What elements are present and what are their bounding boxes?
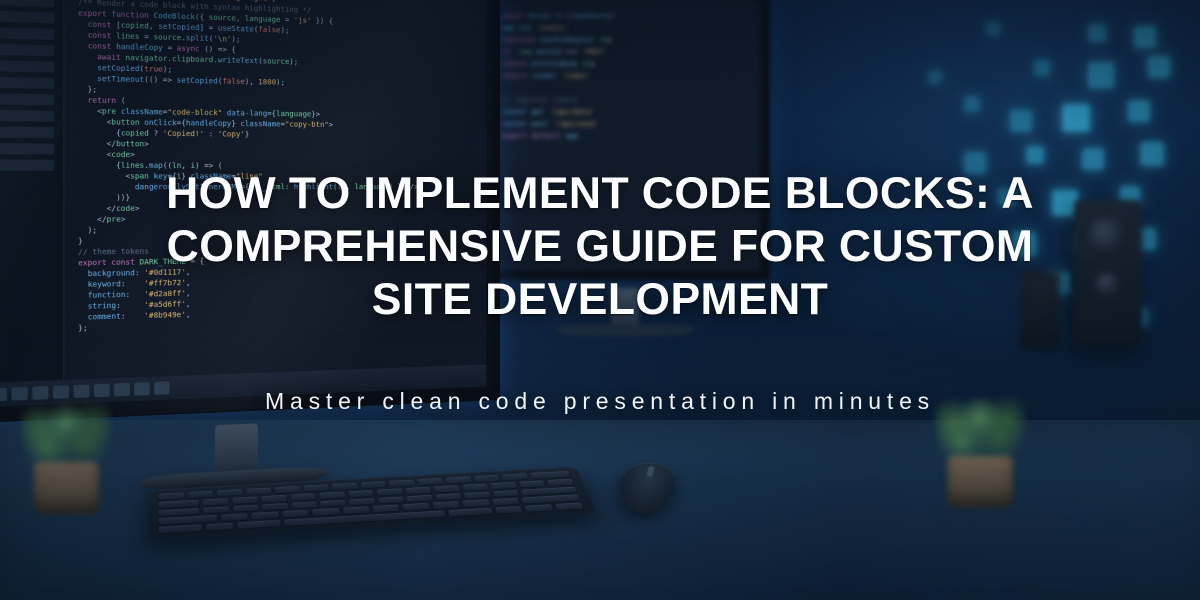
hero-title: HOW TO IMPLEMENT CODE BLOCKS: A COMPREHE… — [0, 168, 1200, 327]
hero-subtitle: Master clean code presentation in minute… — [0, 388, 1200, 415]
